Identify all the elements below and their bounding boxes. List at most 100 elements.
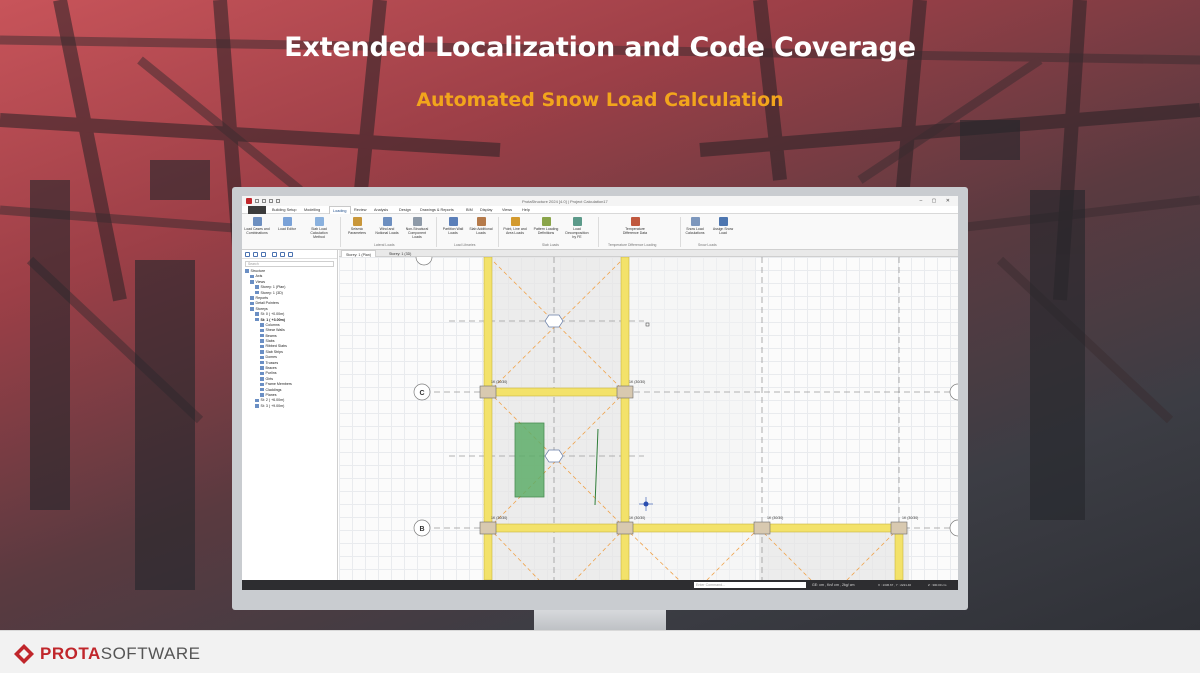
assign-snow-load-button[interactable]: Assign Snow Load [710, 217, 736, 235]
column[interactable] [479, 385, 497, 399]
tab-drawings-reports[interactable]: Drawings & Reports [420, 208, 454, 212]
tree-node-icon [260, 339, 264, 343]
axis-bubble[interactable] [949, 519, 958, 537]
tree-item-label: Storey: 1 (3D) [260, 290, 283, 295]
pattern-loading-button[interactable]: Pattern Loading Definitions [533, 217, 559, 235]
column[interactable] [616, 521, 634, 535]
tree-item-label: Ribbed Slabs [265, 344, 287, 349]
column-label: 1K (30/30) [629, 380, 645, 384]
command-input[interactable]: Enter Command... [694, 582, 806, 588]
load-decomposition-button[interactable]: Load Decomposition by FE [564, 217, 590, 239]
axis-bubble[interactable] [949, 383, 958, 401]
expand-icon[interactable] [245, 252, 250, 257]
ribbon-tabs: Building Setup Modelling Loading Review … [242, 206, 958, 214]
tree-node-icon [250, 307, 254, 311]
file-menu-button[interactable] [248, 206, 266, 214]
plan-canvas[interactable]: 1K (30/30) 1K (30/30) 1K (30/30) 1K (30/… [339, 257, 958, 580]
tab-loading[interactable]: Loading [329, 206, 351, 214]
tree-item-label: Claddings [265, 387, 282, 392]
brand-name: PROTASOFTWARE [40, 644, 201, 663]
wind-icon [382, 217, 392, 226]
window-title: ProtaStructure 2024 [4.0] | Project Calc… [522, 199, 608, 204]
tree-node-icon [245, 269, 249, 273]
tree-search-input[interactable]: Search [245, 261, 334, 267]
load-marker[interactable] [544, 314, 564, 328]
tab-building-setup[interactable]: Building Setup [272, 208, 297, 212]
tab-display[interactable]: Display [480, 208, 492, 212]
zoom-in-icon[interactable] [272, 252, 277, 257]
tab-views[interactable]: Views [502, 208, 512, 212]
app-window: ProtaStructure 2024 [4.0] | Project Calc… [242, 196, 958, 590]
project-tree-panel: Search Structure Axis Views Storey: 1 (Plan… [242, 250, 338, 580]
column[interactable] [753, 521, 771, 535]
ribbon-separator [598, 217, 599, 247]
title-bar: ProtaStructure 2024 [4.0] | Project Calc… [242, 196, 958, 206]
tree-item[interactable]: St: 3 ( +9.00m) [242, 404, 337, 409]
undo-icon[interactable] [262, 199, 266, 203]
axis-bubble[interactable] [415, 257, 433, 266]
ribbon-separator [436, 217, 437, 247]
tree-item-label: Purlins [265, 371, 277, 376]
zoom-out-icon[interactable] [280, 252, 285, 257]
ribbon-separator [680, 217, 681, 247]
slab-additional-loads-button[interactable]: Slab Additional Loads [468, 217, 494, 235]
tree-node-icon [260, 393, 264, 397]
zoom-fit-icon[interactable] [288, 252, 293, 257]
slab-region[interactable] [759, 527, 909, 580]
load-decomposition-icon [572, 217, 582, 226]
save-icon[interactable] [255, 199, 259, 203]
load-marker[interactable] [544, 449, 564, 463]
doc-tab-plan[interactable]: Storey: 1 (Plan) [341, 250, 376, 257]
group-load-libraries: Load Libraries [454, 243, 476, 247]
snow-load-area[interactable] [514, 422, 545, 498]
project-tree: Structure Axis Views Storey: 1 (Plan) Storey… [242, 269, 337, 409]
load-cases-button[interactable]: Load Cases and Combinations [244, 217, 270, 235]
group-slab-loads: Slab Loads [542, 243, 559, 247]
point-line-area-loads-button[interactable]: Point, Line and Area Loads [502, 217, 528, 235]
tree-item-label: Shear Walls [265, 328, 285, 333]
partition-wall-loads-button[interactable]: Partition Wall Loads [440, 217, 466, 235]
tree-node-icon [250, 301, 254, 306]
settings-icon[interactable] [253, 252, 258, 257]
status-bar: Enter Command... GE: cm , Kn/l cm , 2kg/… [242, 580, 958, 590]
tree-item-label: Columns [265, 322, 280, 327]
doc-tab-3d[interactable]: Storey: 1 (3D) [385, 250, 415, 257]
slab-additional-icon [476, 217, 486, 226]
slab-load-method-button[interactable]: Slab Load Calculation Method [306, 217, 332, 239]
column[interactable] [479, 521, 497, 535]
wind-loads-button[interactable]: Wind and Notional Loads [374, 217, 400, 235]
tree-item-label: Frame Members [265, 382, 292, 387]
beam[interactable] [483, 523, 905, 533]
tree-node-icon [255, 312, 259, 316]
tree-node-icon [250, 280, 254, 284]
tree-item-label: St: 2 ( +6.00m) [260, 398, 285, 403]
tree-item-label: Braces [265, 366, 277, 371]
tree-item-label: Girts [265, 376, 274, 381]
beam[interactable] [483, 387, 630, 397]
redo-icon[interactable] [269, 199, 273, 203]
non-structural-loads-button[interactable]: Non-Structural Component Loads [404, 217, 430, 239]
snow-load-calculations-button[interactable]: Snow Load Calculations [682, 217, 708, 235]
load-editor-button[interactable]: Load Editor [274, 217, 300, 231]
tab-review[interactable]: Review [354, 208, 366, 212]
tree-item-label: St: 0 ( +0.00m) [260, 312, 285, 317]
tab-analysis[interactable]: Analysis [374, 208, 388, 212]
tab-modelling[interactable]: Modelling [304, 208, 320, 212]
column[interactable] [890, 521, 908, 535]
pattern-loading-icon [541, 217, 551, 226]
load-editor-icon [282, 217, 292, 226]
window-controls[interactable]: – ▢ ✕ [920, 198, 954, 204]
temperature-difference-button[interactable]: Temperature Difference Data [622, 217, 648, 235]
seismic-icon [352, 217, 362, 226]
tree-item-label: Detail Pointers [255, 301, 279, 306]
tab-help[interactable]: Help [522, 208, 530, 212]
sync-icon[interactable] [261, 252, 266, 257]
print-icon[interactable] [276, 199, 280, 203]
tree-node-icon [255, 404, 259, 408]
tab-design[interactable]: Design [399, 208, 411, 212]
tab-bim[interactable]: BIM [466, 208, 473, 212]
ribbon-separator [498, 217, 499, 247]
seismic-parameters-button[interactable]: Seismic Parameters [344, 217, 370, 235]
prota-logo[interactable]: PROTASOFTWARE [14, 644, 200, 664]
column[interactable] [616, 385, 634, 399]
